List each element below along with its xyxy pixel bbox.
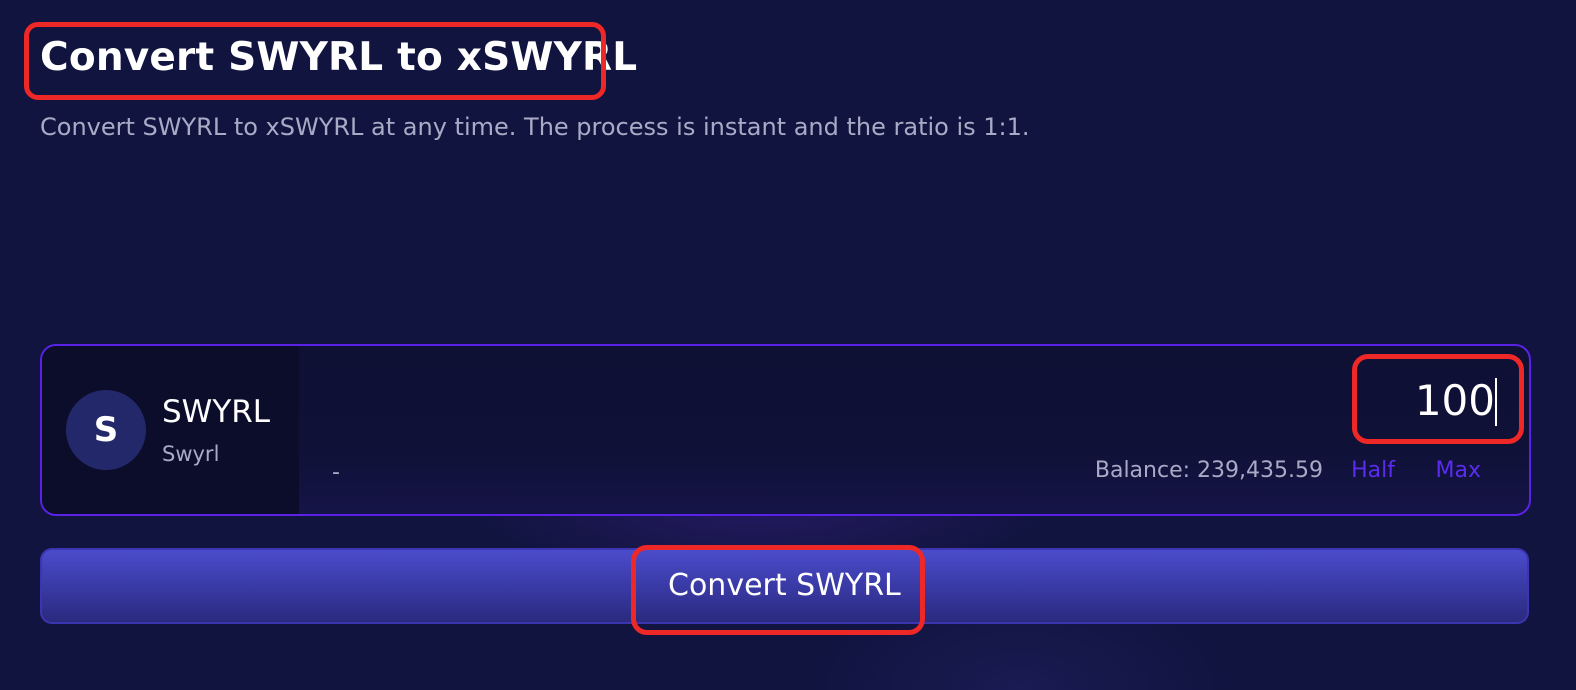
title-highlight-box: [24, 22, 606, 100]
token-input-card: S SWYRL Swyrl - Balance: 239,435.59 Half…: [40, 344, 1531, 516]
token-avatar: S: [66, 390, 146, 470]
token-selector[interactable]: S SWYRL Swyrl: [42, 346, 299, 514]
balance-text: Balance: 239,435.59: [1094, 458, 1323, 483]
amount-highlight-box: [1352, 354, 1524, 444]
usd-value: -: [332, 460, 340, 485]
token-symbol: SWYRL: [162, 394, 271, 430]
half-button[interactable]: Half: [1351, 458, 1395, 483]
convert-page: Convert SWYRL to xSWYRL Convert SWYRL to…: [0, 0, 1576, 690]
convert-highlight-box: [631, 545, 925, 635]
token-name: Swyrl: [162, 442, 220, 466]
page-subtitle: Convert SWYRL to xSWYRL at any time. The…: [40, 113, 1030, 141]
max-button[interactable]: Max: [1436, 458, 1481, 483]
